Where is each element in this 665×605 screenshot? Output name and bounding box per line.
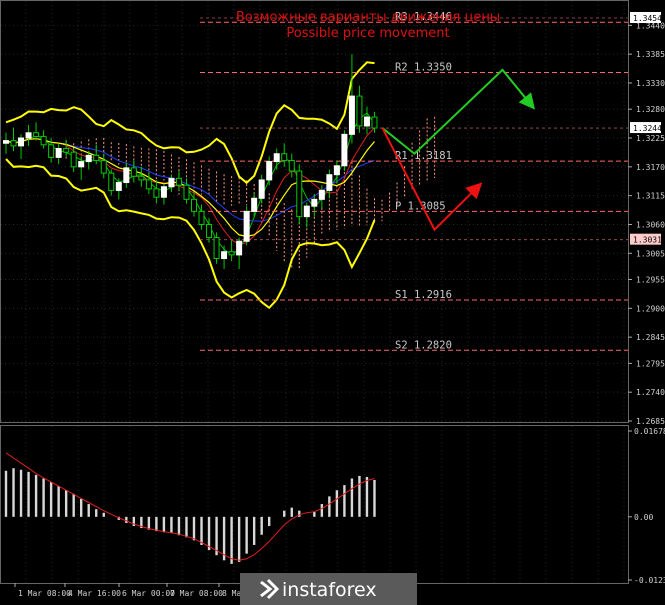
candle-body	[48, 144, 55, 158]
candle-body	[228, 251, 235, 256]
candle-body	[85, 154, 92, 163]
candle-body	[25, 132, 32, 139]
time-tick-label: 7 Mar 08:00	[170, 589, 223, 598]
candle-body	[55, 147, 62, 158]
candle-body	[108, 172, 115, 191]
candle-body	[333, 165, 340, 176]
candle-body	[93, 154, 100, 162]
candle-body	[18, 137, 25, 147]
candle-body	[258, 179, 265, 199]
candle-body	[100, 160, 107, 174]
candle-body	[266, 161, 273, 181]
candle-body	[311, 198, 318, 207]
price-tick-label: 1.2845	[636, 333, 665, 342]
candle-body	[341, 133, 348, 167]
price-tick-label: 1.3005	[636, 249, 665, 258]
price-tick-label: 1.3115	[636, 192, 665, 201]
candle-body	[303, 205, 310, 218]
instaforex-logo: instaforex	[240, 573, 417, 605]
time-tick-label: 1 Mar 08:00	[18, 589, 71, 598]
candle-body	[326, 174, 333, 191]
price-tick-label: 1.2740	[636, 388, 665, 397]
candle-body	[145, 179, 152, 190]
price-tick-label: 1.3225	[636, 134, 665, 143]
candle-body	[130, 167, 137, 177]
candle-body	[40, 135, 47, 146]
macd-tick-label: 0.01678	[634, 427, 665, 436]
candle-body	[288, 160, 295, 172]
logo-text: instaforex	[282, 579, 377, 601]
candle-body	[153, 188, 160, 198]
candle-body	[63, 147, 70, 153]
price-tick-label: 1.2900	[636, 304, 665, 313]
candle-body	[70, 151, 77, 168]
candle-body	[273, 153, 280, 163]
candle-body	[168, 177, 175, 188]
level-label-r2: R2 1.3350	[395, 62, 452, 74]
price-tick-label: 1.2955	[636, 276, 665, 285]
candle-body	[296, 170, 303, 218]
price-tick-label: 1.3385	[636, 50, 665, 59]
candle-body	[183, 184, 190, 200]
price-tick-label: 1.3280	[636, 105, 665, 114]
price-highlight-label: 1.3244	[633, 124, 662, 133]
candle-body	[243, 210, 250, 242]
price-tick-label: 1.2795	[636, 359, 665, 368]
chart-root: R3 1.3446 R2 1.3350 R1 1.3181 P 1.3085 S1 1.…	[0, 0, 665, 605]
candle-body	[123, 167, 130, 184]
price-tick-label: 1.3060	[636, 220, 665, 229]
candle-body	[356, 95, 363, 127]
price-highlight-label: 1.3454	[633, 14, 662, 23]
level-label-s2: S2 1.2820	[395, 339, 452, 351]
macd-tick-label: -0.01235	[634, 576, 665, 585]
candle-body	[191, 198, 197, 212]
candle-body	[160, 186, 167, 198]
candle-body	[363, 116, 370, 127]
candle-body	[281, 153, 288, 162]
candle-body	[221, 251, 228, 260]
time-tick-label: 4 Mar 16:00	[68, 589, 121, 598]
macd-tick-label: 0.00	[634, 513, 653, 522]
candle-body	[3, 140, 9, 144]
candle-body	[371, 116, 378, 129]
candle-body	[213, 237, 220, 260]
price-highlight-label: 1.3031	[633, 236, 662, 245]
level-label-r1: R1 1.3181	[395, 150, 452, 162]
candle-body	[206, 223, 213, 239]
chart-subtitle: Possible price movement	[286, 26, 449, 41]
candle-body	[318, 189, 325, 200]
candle-body	[78, 161, 85, 168]
price-tick-label: 1.3170	[636, 163, 665, 172]
candle-body	[138, 175, 145, 181]
forecast-chart: R3 1.3446R2 1.3350R1 1.3181P 1.3085S1 1.…	[0, 0, 665, 605]
candle-body	[175, 177, 182, 186]
price-tick-label: 1.2685	[636, 417, 665, 426]
candle-body	[251, 197, 258, 212]
candle-body	[236, 240, 243, 256]
candle-body	[33, 132, 40, 137]
candle-body	[198, 210, 205, 225]
candle-body	[348, 95, 355, 135]
time-tick-label: 6 Mar 00:00	[122, 589, 175, 598]
candle-body	[10, 140, 17, 147]
price-tick-label: 1.3330	[636, 79, 665, 88]
chart-title: Возможные варианты движения цены	[236, 10, 500, 25]
level-label-s1: S1 1.2916	[395, 289, 452, 301]
candle-body	[115, 182, 122, 191]
